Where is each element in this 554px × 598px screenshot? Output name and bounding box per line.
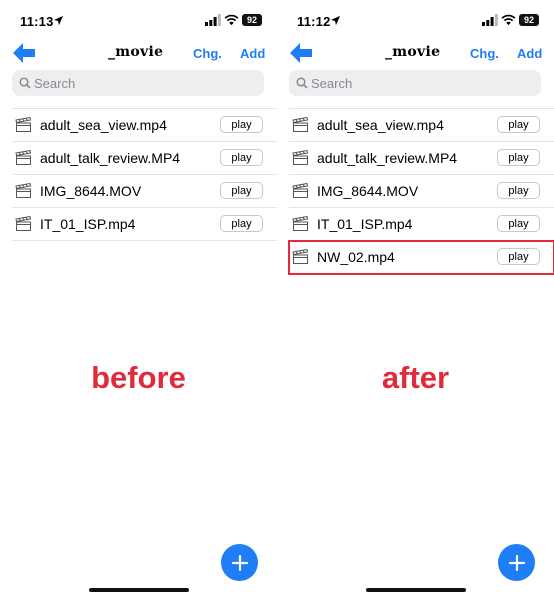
search-input[interactable] — [34, 70, 254, 96]
cellular-signal-icon — [482, 14, 498, 26]
file-row[interactable]: adult_sea_view.mp4 play — [289, 109, 554, 142]
battery-indicator: 92 — [519, 14, 539, 26]
play-button[interactable]: play — [220, 149, 263, 166]
wifi-icon — [501, 14, 516, 26]
panel-before: 11:13 92 _movie Chg. Add Search adult_se… — [0, 0, 277, 598]
clapperboard-icon — [292, 249, 309, 264]
file-row-highlighted[interactable]: NW_02.mp4 play — [288, 240, 554, 275]
play-button[interactable]: play — [220, 116, 263, 133]
search-input[interactable] — [311, 70, 531, 96]
search-icon — [296, 77, 308, 89]
status-time: 11:12 — [297, 14, 331, 29]
file-name: IMG_8644.MOV — [317, 183, 419, 199]
clapperboard-icon — [15, 150, 32, 165]
file-row[interactable]: IT_01_ISP.mp4 play — [12, 208, 277, 241]
search-bar[interactable] — [289, 70, 541, 96]
home-indicator — [89, 588, 189, 592]
status-time: 11:13 — [20, 14, 54, 29]
play-button[interactable]: play — [497, 215, 540, 232]
play-button[interactable]: play — [220, 182, 263, 199]
back-arrow-icon[interactable] — [289, 42, 313, 64]
file-list: adult_sea_view.mp4 play adult_talk_revie… — [12, 108, 277, 241]
change-button[interactable]: Chg. — [193, 46, 222, 61]
play-button[interactable]: play — [497, 182, 540, 199]
clapperboard-icon — [292, 150, 309, 165]
file-list: adult_sea_view.mp4 play adult_talk_revie… — [288, 108, 554, 275]
page-title: _movie — [385, 44, 441, 60]
cellular-signal-icon — [205, 14, 221, 26]
play-button[interactable]: play — [497, 248, 540, 265]
home-indicator — [366, 588, 466, 592]
wifi-icon — [224, 14, 239, 26]
add-button[interactable]: Add — [517, 46, 542, 61]
caption-label: before — [91, 360, 186, 395]
file-name: IMG_8644.MOV — [40, 183, 142, 199]
search-icon — [19, 77, 31, 89]
file-name: adult_talk_review.MP4 — [317, 150, 458, 166]
file-name: NW_02.mp4 — [317, 249, 395, 265]
file-name: IT_01_ISP.mp4 — [317, 216, 413, 232]
location-arrow-icon — [330, 15, 341, 26]
add-fab-button[interactable] — [498, 544, 535, 581]
plus-icon — [231, 554, 248, 571]
file-name: IT_01_ISP.mp4 — [40, 216, 136, 232]
play-button[interactable]: play — [497, 149, 540, 166]
file-name: adult_sea_view.mp4 — [317, 117, 444, 133]
clapperboard-icon — [15, 183, 32, 198]
change-button[interactable]: Chg. — [470, 46, 499, 61]
file-row[interactable]: IMG_8644.MOV play — [12, 175, 277, 208]
file-name: adult_sea_view.mp4 — [40, 117, 167, 133]
file-row[interactable]: adult_talk_review.MP4 play — [289, 142, 554, 175]
play-button[interactable]: play — [497, 116, 540, 133]
status-bar: 11:13 92 — [0, 0, 277, 40]
clapperboard-icon — [292, 216, 309, 231]
file-name: adult_talk_review.MP4 — [40, 150, 181, 166]
search-bar[interactable] — [12, 70, 264, 96]
plus-icon — [508, 554, 525, 571]
battery-indicator: 92 — [242, 14, 262, 26]
location-arrow-icon — [53, 15, 64, 26]
clapperboard-icon — [15, 216, 32, 231]
file-row[interactable]: IMG_8644.MOV play — [289, 175, 554, 208]
play-button[interactable]: play — [220, 215, 263, 232]
clapperboard-icon — [292, 183, 309, 198]
file-row[interactable]: IT_01_ISP.mp4 play — [289, 208, 554, 241]
add-button[interactable]: Add — [240, 46, 265, 61]
caption-label: after — [381, 360, 450, 395]
clapperboard-icon — [15, 117, 32, 132]
add-fab-button[interactable] — [221, 544, 258, 581]
file-row[interactable]: adult_sea_view.mp4 play — [12, 109, 277, 142]
panel-after: 11:12 92 _movie Chg. Add Search adult_se… — [277, 0, 554, 598]
status-bar: 11:12 92 — [277, 0, 554, 40]
back-arrow-icon[interactable] — [12, 42, 36, 64]
page-title: _movie — [108, 44, 164, 60]
file-row[interactable]: adult_talk_review.MP4 play — [12, 142, 277, 175]
clapperboard-icon — [292, 117, 309, 132]
